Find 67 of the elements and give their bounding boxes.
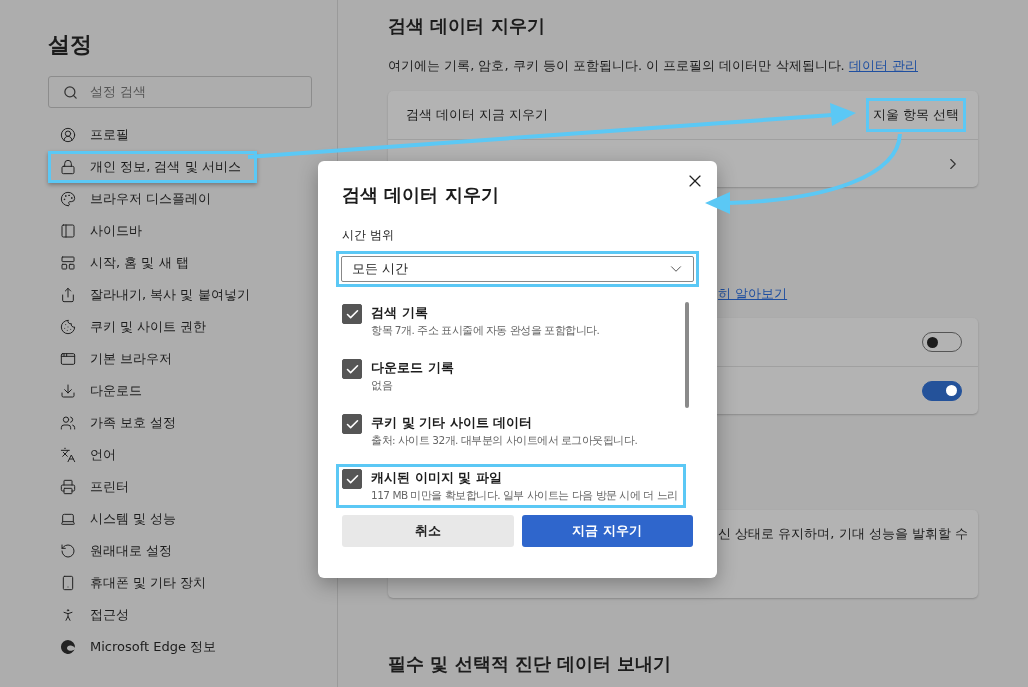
section-heading: 검색 데이터 지우기 bbox=[388, 14, 545, 38]
sidebar-item[interactable]: 언어 bbox=[48, 439, 132, 471]
checkbox[interactable] bbox=[342, 304, 362, 324]
card-text: 신 상태로 유지하며, 기대 성능을 발휘할 수 bbox=[718, 525, 968, 543]
sidebar-item[interactable]: Microsoft Edge 정보 bbox=[48, 631, 233, 663]
field-label: 시간 범위 bbox=[342, 227, 395, 243]
lock-icon bbox=[60, 159, 76, 175]
cancel-button[interactable]: 취소 bbox=[342, 515, 514, 547]
item-title: 캐시된 이미지 및 파일 bbox=[371, 469, 503, 487]
sidebar-icon bbox=[60, 223, 76, 239]
reset-icon bbox=[60, 543, 76, 559]
sidebar-item[interactable]: 브라우저 디스플레이 bbox=[48, 183, 228, 215]
phone-icon bbox=[60, 575, 76, 591]
dialog-title: 검색 데이터 지우기 bbox=[342, 183, 500, 207]
section-heading: 필수 및 선택적 진단 데이터 보내기 bbox=[388, 652, 672, 676]
scrollbar[interactable] bbox=[685, 302, 689, 408]
sidebar-item[interactable]: 시스템 및 성능 bbox=[48, 503, 193, 535]
sidebar-item[interactable]: 접근성 bbox=[48, 599, 145, 631]
item-description: 117 MB 미만을 확보합니다. 일부 사이트는 다음 방문 시에 더 느리 bbox=[371, 488, 678, 503]
sidebar-title: 설정 bbox=[48, 31, 93, 59]
checkbox-item[interactable]: 캐시된 이미지 및 파일 117 MB 미만을 확보합니다. 일부 사이트는 다음 방문 시에 더 느리 bbox=[336, 464, 686, 508]
sidebar-item[interactable]: 휴대폰 및 기타 장치 bbox=[48, 567, 223, 599]
toggle-switch[interactable] bbox=[922, 380, 962, 401]
sidebar-item[interactable]: 프린터 bbox=[48, 471, 145, 503]
accessibility-icon bbox=[60, 607, 76, 623]
sidebar-item[interactable]: 개인 정보, 검색 및 서비스 bbox=[48, 151, 257, 183]
item-title: 검색 기록 bbox=[371, 304, 429, 322]
sidebar-item[interactable]: 시작, 홈 및 새 탭 bbox=[48, 247, 205, 279]
checkbox[interactable] bbox=[342, 359, 362, 379]
edge-logo-icon bbox=[60, 639, 76, 655]
item-title: 쿠키 및 기타 사이트 데이터 bbox=[371, 414, 534, 432]
time-range-dropdown[interactable]: 모든 시간 bbox=[336, 251, 699, 287]
sidebar-item[interactable]: 사이드바 bbox=[48, 215, 158, 247]
search-icon bbox=[63, 84, 78, 100]
manage-data-link[interactable]: 데이터 관리 bbox=[848, 58, 918, 73]
checkbox[interactable] bbox=[342, 469, 362, 489]
item-description: 없음 bbox=[371, 378, 392, 393]
section-description: 여기에는 기록, 암호, 쿠키 등이 포함됩니다. 이 프로필의 데이터만 삭제됩니다. 데이터 관리 bbox=[388, 57, 918, 75]
item-title: 다운로드 기록 bbox=[371, 359, 454, 377]
download-icon bbox=[60, 383, 76, 399]
clear-now-button[interactable]: 지금 지우기 bbox=[521, 515, 693, 547]
share-icon bbox=[60, 287, 76, 303]
language-icon bbox=[60, 447, 76, 463]
sidebar-item[interactable]: 잘라내기, 복사 및 붙여넣기 bbox=[48, 279, 266, 311]
checkbox-item[interactable]: 다운로드 기록 없음 bbox=[336, 354, 686, 398]
people-icon bbox=[60, 415, 76, 431]
cookie-icon bbox=[60, 319, 76, 335]
checkbox-item[interactable]: 검색 기록 항목 7개. 주소 표시줄에 자동 완성을 포함합니다. bbox=[336, 299, 686, 343]
palette-icon bbox=[60, 191, 76, 207]
row-label: 검색 데이터 지금 지우기 bbox=[406, 106, 549, 124]
checkbox[interactable] bbox=[342, 414, 362, 434]
checkbox-item[interactable]: 쿠키 및 기타 사이트 데이터 출처: 사이트 32개. 대부분의 사이트에서 로그아웃됩니다. bbox=[336, 409, 686, 453]
browser-window-icon bbox=[60, 351, 76, 367]
sidebar-item[interactable]: 쿠키 및 사이트 권한 bbox=[48, 311, 223, 343]
printer-icon bbox=[60, 479, 76, 495]
sidebar-item[interactable]: 기본 브라우저 bbox=[48, 343, 189, 375]
learn-more-link[interactable]: 히 알아보기 bbox=[718, 286, 788, 301]
laptop-icon bbox=[60, 511, 76, 527]
sidebar-item[interactable]: 가족 보호 설정 bbox=[48, 407, 193, 439]
sidebar-item[interactable]: 다운로드 bbox=[48, 375, 158, 407]
choose-items-button[interactable]: 지울 항목 선택 bbox=[865, 98, 966, 132]
sidebar-item[interactable]: 프로필 bbox=[48, 119, 145, 151]
sidebar-item[interactable]: 원래대로 설정 bbox=[48, 535, 189, 567]
window-icon bbox=[60, 255, 76, 271]
item-description: 항목 7개. 주소 표시줄에 자동 완성을 포함합니다. bbox=[371, 323, 600, 338]
profile-icon bbox=[60, 127, 76, 143]
item-description: 출처: 사이트 32개. 대부분의 사이트에서 로그아웃됩니다. bbox=[371, 433, 638, 448]
